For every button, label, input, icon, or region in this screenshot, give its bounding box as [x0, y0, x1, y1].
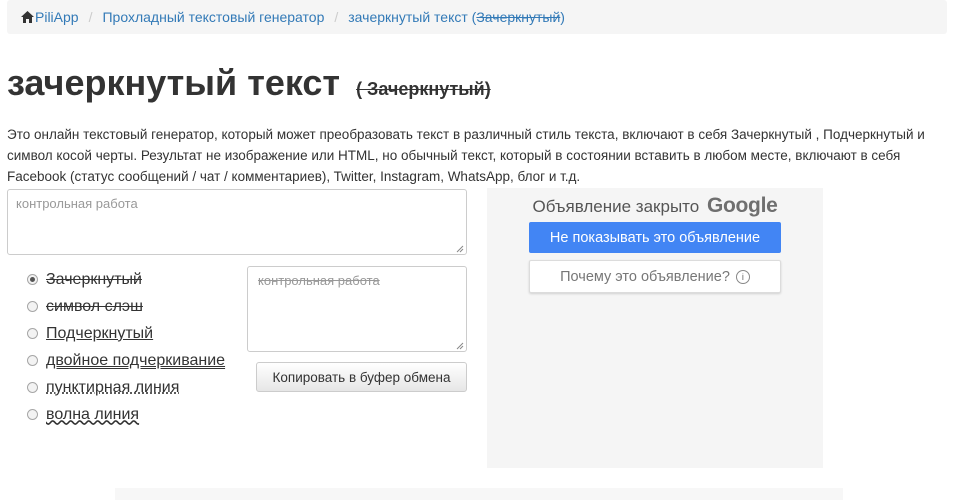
- resize-grip-icon[interactable]: [456, 342, 464, 350]
- ad-panel: Объявление закрыто Google Не показывать …: [487, 188, 823, 468]
- radio-button[interactable]: [27, 328, 38, 339]
- option-label: символ слэш: [46, 297, 143, 315]
- option-double-underline[interactable]: двойное подчеркивание: [27, 347, 225, 374]
- page-title-main: зачеркнутый текст: [7, 62, 341, 103]
- why-this-ad-button[interactable]: Почему это объявление? i: [529, 260, 781, 293]
- resize-grip-icon[interactable]: [456, 245, 464, 253]
- google-logo: Google: [706, 194, 778, 217]
- breadcrumb-separator: /: [88, 9, 93, 25]
- breadcrumb-current-strike: Зачеркнутый: [476, 9, 561, 25]
- breadcrumb-home-label: PiliApp: [35, 9, 79, 25]
- option-label: волна линия: [46, 405, 140, 423]
- breadcrumb-section-link[interactable]: Прохладный текстовый генератор: [102, 9, 324, 25]
- text-input[interactable]: [7, 189, 467, 255]
- breadcrumb-current-close: ): [560, 9, 565, 25]
- option-underline[interactable]: Подчеркнутый: [27, 320, 225, 347]
- radio-button[interactable]: [27, 409, 38, 420]
- page-description: Это онлайн текстовый генератор, который …: [7, 127, 925, 184]
- breadcrumb-current-main: зачеркнутый текст (: [348, 9, 477, 25]
- radio-button[interactable]: [27, 355, 38, 366]
- info-icon: i: [735, 269, 750, 284]
- output-text[interactable]: контрольная работа: [247, 266, 467, 352]
- option-label: Зачеркнутый: [46, 270, 142, 288]
- hide-ad-button[interactable]: Не показывать это объявление: [529, 222, 781, 253]
- ad-closed-message: Объявление закрыто Google: [487, 194, 823, 218]
- copy-to-clipboard-button[interactable]: Копировать в буфер обмена: [256, 362, 467, 392]
- page-title: зачеркнутый текст ( Зачеркнутый): [7, 62, 491, 104]
- why-this-ad-label: Почему это объявление?: [560, 268, 730, 285]
- output-value: контрольная работа: [258, 273, 380, 288]
- page: PiliApp / Прохладный текстовый генератор…: [0, 0, 958, 500]
- radio-button[interactable]: [27, 274, 38, 285]
- option-slash[interactable]: символ слэш: [27, 293, 225, 320]
- breadcrumb: PiliApp / Прохладный текстовый генератор…: [7, 0, 947, 34]
- option-strikethrough[interactable]: Зачеркнутый: [27, 266, 225, 293]
- breadcrumb-home-link[interactable]: PiliApp: [21, 9, 79, 25]
- option-dotted-line[interactable]: пунктирная линия: [27, 374, 225, 401]
- bottom-ad-strip: [115, 488, 843, 500]
- home-icon: [21, 11, 34, 23]
- ad-closed-text: Объявление закрыто: [532, 197, 700, 216]
- option-label: пунктирная линия: [46, 378, 180, 396]
- page-title-sub: ( Зачеркнутый): [356, 79, 491, 99]
- style-options: Зачеркнутый символ слэш Подчеркнутый дво…: [27, 266, 225, 428]
- breadcrumb-separator: /: [334, 9, 339, 25]
- option-label: Подчеркнутый: [46, 324, 154, 342]
- radio-button[interactable]: [27, 301, 38, 312]
- option-wave-line[interactable]: волна линия: [27, 401, 225, 428]
- breadcrumb-current: зачеркнутый текст (Зачеркнутый): [348, 9, 565, 25]
- radio-button[interactable]: [27, 382, 38, 393]
- option-label: двойное подчеркивание: [46, 351, 226, 369]
